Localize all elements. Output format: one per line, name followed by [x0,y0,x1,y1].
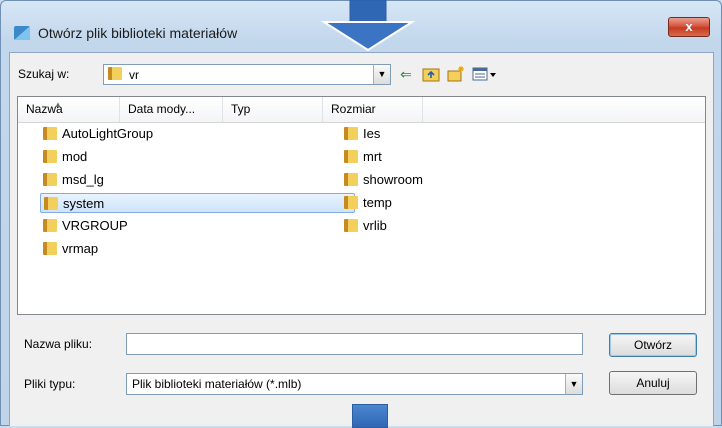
folder-icon [344,150,358,163]
filename-label: Nazwa pliku: [24,337,93,351]
folder-icon [43,173,57,186]
view-menu-icon[interactable] [472,65,498,83]
column-header-size[interactable]: Rozmiar [323,97,423,122]
list-item-selected[interactable]: system [40,193,355,213]
window-title: Otwórz plik biblioteki materiałów [38,25,238,41]
cancel-button[interactable]: Anuluj [609,371,697,395]
new-folder-icon[interactable] [447,65,465,83]
list-item[interactable]: showroom [341,170,423,190]
filename-input[interactable] [126,333,583,355]
filetype-label: Pliki typu: [24,377,76,391]
filetype-select[interactable]: Plik biblioteki materiałów (*.mlb) ▼ [126,373,583,395]
folder-icon [43,150,57,163]
lookin-combo[interactable]: vr ▼ [103,64,391,85]
list-header: ▲ Nazwa Data mody... Typ Rozmiar [18,97,705,123]
app-icon [14,26,30,40]
folder-icon [344,219,358,232]
lookin-label: Szukaj w: [18,67,70,81]
open-dialog: Szukaj w: vr ▼ ⇐ ▲ Nazwa Data mody... Ty… [9,52,714,426]
chevron-down-icon[interactable]: ▼ [565,374,582,394]
lookin-value: vr [129,68,139,82]
list-item[interactable]: vrlib [341,216,387,236]
folder-icon [108,67,122,80]
list-item[interactable]: mod [40,147,87,167]
list-item[interactable]: VRGROUP [40,216,128,236]
folder-icon [344,173,358,186]
pointer-arrow-bottom [352,404,388,428]
list-item[interactable]: mrt [341,147,382,167]
sort-up-icon: ▲ [54,100,62,109]
title-bar[interactable]: Otwórz plik biblioteki materiałów x [0,0,722,46]
column-header-name[interactable]: ▲ Nazwa [18,97,120,122]
folder-icon [43,127,57,140]
list-item[interactable]: AutoLightGroup [40,124,153,144]
list-item[interactable]: msd_lg [40,170,104,190]
list-item[interactable]: temp [341,193,392,213]
list-item[interactable]: Ies [341,124,380,144]
folder-icon [344,127,358,140]
folder-icon [344,196,358,209]
close-button[interactable]: x [668,17,710,37]
folder-icon [43,219,57,232]
up-folder-icon[interactable] [422,65,440,83]
chevron-down-icon[interactable]: ▼ [373,65,390,84]
column-header-type[interactable]: Typ [223,97,323,122]
back-arrow-icon[interactable]: ⇐ [397,65,415,83]
folder-icon [43,242,57,255]
column-header-date[interactable]: Data mody... [120,97,223,122]
filetype-value: Plik biblioteki materiałów (*.mlb) [132,377,302,391]
open-button[interactable]: Otwórz [609,333,697,357]
folder-icon [44,197,58,210]
list-item[interactable]: vrmap [40,239,98,259]
file-list[interactable]: ▲ Nazwa Data mody... Typ Rozmiar AutoLig… [17,96,706,315]
